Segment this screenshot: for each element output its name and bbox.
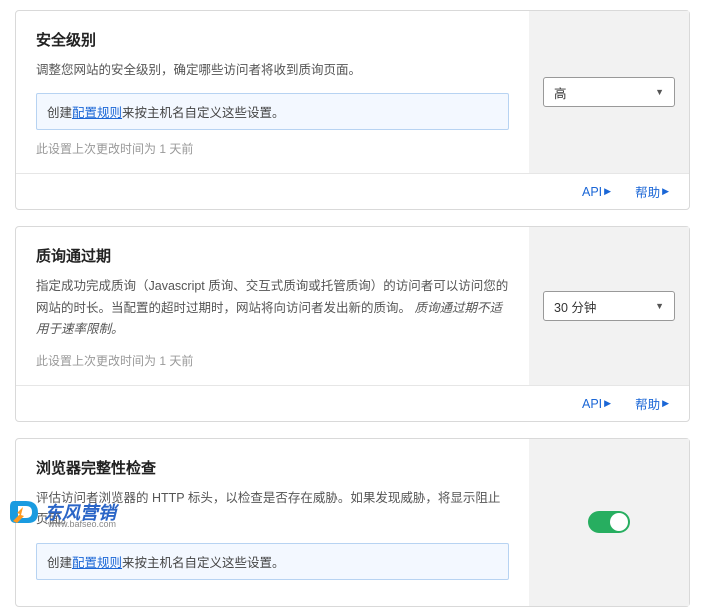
api-link[interactable]: API▶ — [582, 185, 611, 199]
caret-right-icon: ▶ — [662, 398, 669, 409]
section-challenge-passage: 质询通过期 指定成功完成质询（Javascript 质询、交互式质询或托管质询）… — [15, 226, 690, 422]
config-rules-link[interactable]: 配置规则 — [72, 556, 122, 570]
chevron-down-icon: ▼ — [655, 87, 664, 97]
section-title: 浏览器完整性检查 — [36, 457, 509, 478]
help-link[interactable]: 帮助▶ — [635, 394, 669, 413]
config-rule-note: 创建配置规则来按主机名自定义这些设置。 — [36, 93, 509, 130]
logo-icon — [10, 499, 40, 525]
last-modified: 此设置上次更改时间为 1 天前 — [36, 352, 509, 369]
config-rule-note: 创建配置规则来按主机名自定义这些设置。 — [36, 543, 509, 580]
help-link[interactable]: 帮助▶ — [635, 182, 669, 201]
chevron-down-icon: ▼ — [655, 301, 664, 311]
caret-right-icon: ▶ — [604, 186, 611, 197]
last-modified: 此设置上次更改时间为 1 天前 — [36, 140, 509, 157]
config-rules-link[interactable]: 配置规则 — [72, 106, 122, 120]
caret-right-icon: ▶ — [604, 398, 611, 409]
section-title: 安全级别 — [36, 29, 509, 50]
caret-right-icon: ▶ — [662, 186, 669, 197]
section-security-level: 安全级别 调整您网站的安全级别，确定哪些访问者将收到质询页面。 创建配置规则来按… — [15, 10, 690, 210]
challenge-passage-select[interactable]: 30 分钟 ▼ — [543, 291, 675, 321]
toggle-knob — [610, 513, 628, 531]
browser-integrity-toggle[interactable] — [588, 511, 630, 533]
security-level-select[interactable]: 高 ▼ — [543, 77, 675, 107]
section-title: 质询通过期 — [36, 245, 509, 266]
api-link[interactable]: API▶ — [582, 397, 611, 411]
section-desc: 调整您网站的安全级别，确定哪些访问者将收到质询页面。 — [36, 60, 509, 81]
watermark: 东风营销 www.bafseo.com — [10, 499, 116, 525]
section-desc: 指定成功完成质询（Javascript 质询、交互式质询或托管质询）的访问者可以… — [36, 276, 509, 340]
section-browser-integrity: 浏览器完整性检查 评估访问者浏览器的 HTTP 标头，以检查是否存在威胁。如果发… — [15, 438, 690, 607]
